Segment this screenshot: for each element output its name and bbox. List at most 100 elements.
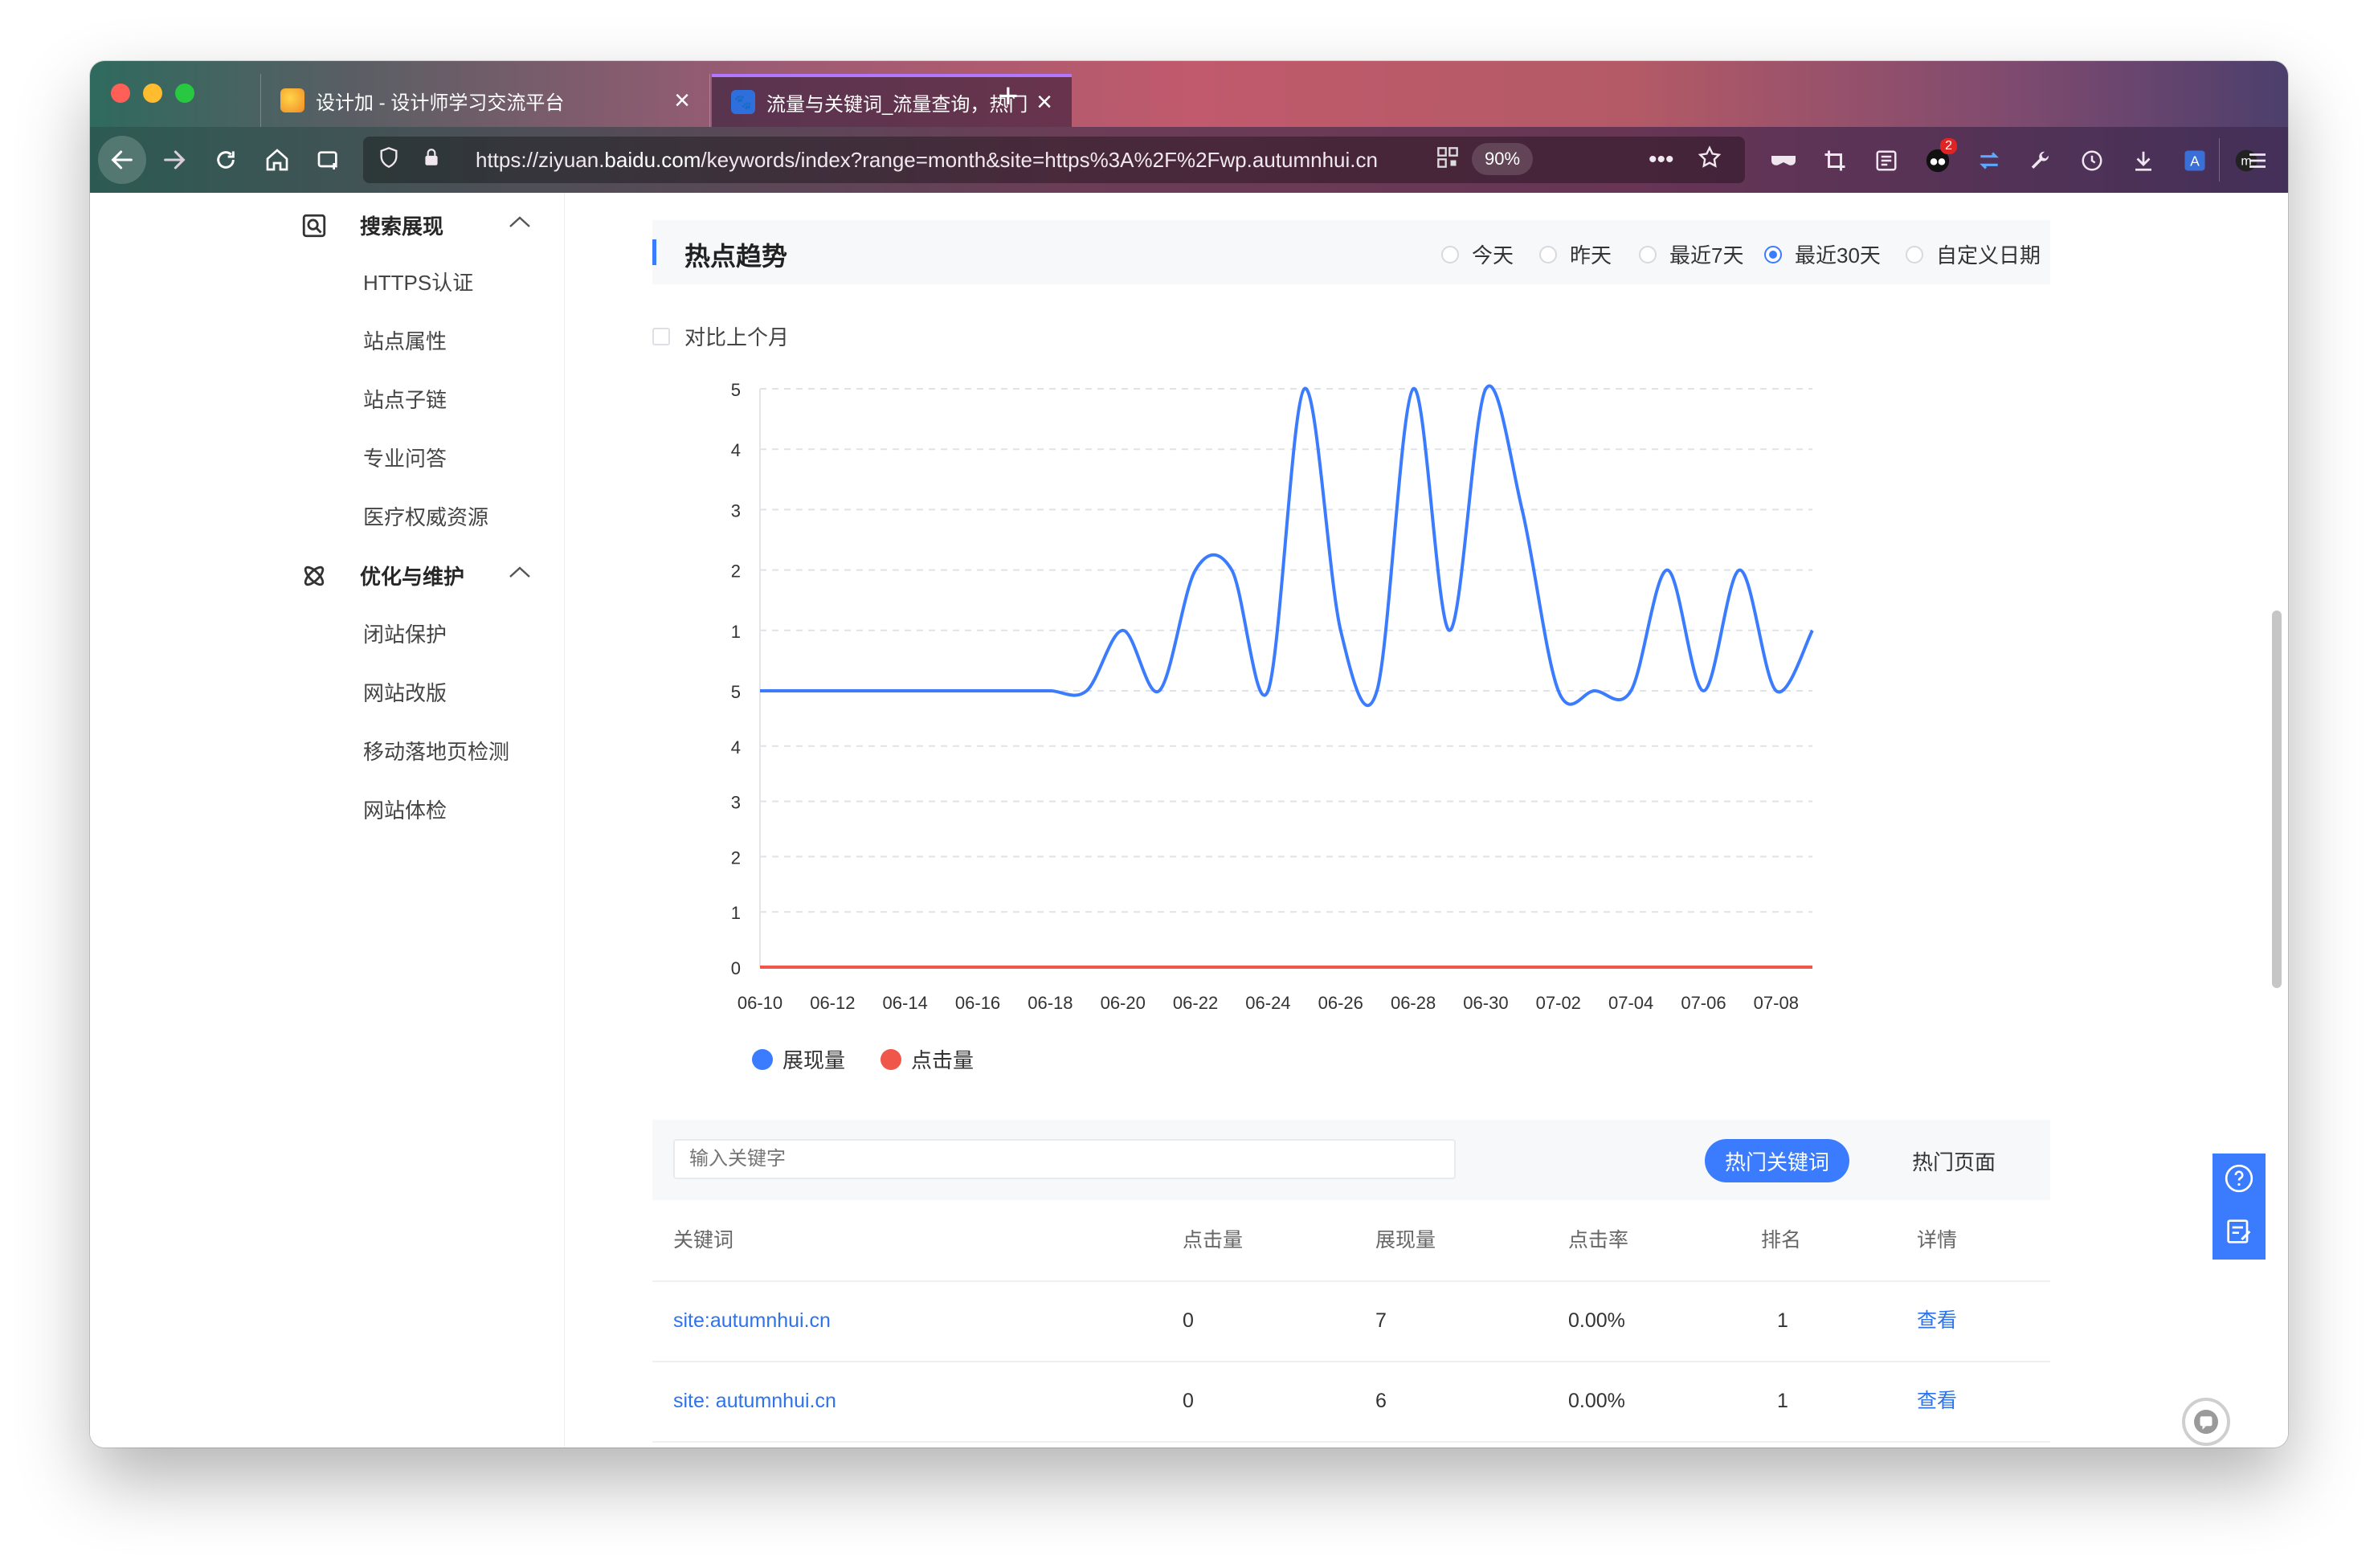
menu-icon[interactable] <box>2240 143 2275 178</box>
close-tab-icon[interactable]: × <box>1036 88 1052 116</box>
table-header: 关键词 点击量 展现量 点击率 排名 详情 <box>652 1200 2050 1282</box>
sidebar-item-https[interactable]: HTTPS认证 <box>363 267 473 296</box>
minimize-window-button[interactable] <box>143 84 162 103</box>
y-tick-label: 1 <box>731 903 741 923</box>
range-custom-radio[interactable]: 自定义日期 <box>1906 239 2041 269</box>
radio-label: 最近30天 <box>1795 243 1881 267</box>
sidebar-item-site-checkup[interactable]: 网站体检 <box>363 794 447 824</box>
x-tick-label: 07-04 <box>1608 993 1653 1013</box>
range-30days-radio[interactable]: 最近30天 <box>1764 239 1881 269</box>
mask-icon[interactable] <box>1766 143 1801 178</box>
range-7days-radio[interactable]: 最近7天 <box>1639 239 1743 269</box>
range-today-radio[interactable]: 今天 <box>1441 239 1514 269</box>
sync-icon[interactable] <box>1971 143 2007 178</box>
x-tick-label: 06-30 <box>1463 993 1508 1013</box>
close-window-button[interactable] <box>111 84 130 103</box>
help-icon[interactable] <box>2223 1162 2255 1198</box>
radio-dot <box>1539 245 1557 263</box>
extension-icon[interactable]: 2 <box>1920 138 1957 178</box>
series-line-impressions <box>760 384 1814 707</box>
reload-button[interactable] <box>206 140 246 180</box>
close-tab-icon[interactable]: × <box>674 87 690 114</box>
url-bar[interactable]: https://ziyuan.baidu.com/keywords/index?… <box>363 137 1745 183</box>
more-icon[interactable]: ••• <box>1649 146 1674 174</box>
home-button[interactable] <box>257 140 297 180</box>
x-tick-label: 06-22 <box>1173 993 1218 1013</box>
x-tick-label: 06-14 <box>883 993 928 1013</box>
shield-icon[interactable] <box>378 146 400 174</box>
sidebar-item-qa[interactable]: 专业问答 <box>363 443 447 472</box>
keyword-link[interactable]: site: autumnhui.cn <box>673 1361 836 1441</box>
home-icon <box>266 149 288 171</box>
legend-label-clicks: 点击量 <box>911 1048 974 1072</box>
clicks-cell: 0 <box>1183 1390 1194 1412</box>
sidebar-item-mobile-landing[interactable]: 移动落地页检测 <box>363 736 509 766</box>
y-tick-label: 1 <box>731 622 741 642</box>
x-tick-label: 07-08 <box>1754 993 1799 1013</box>
x-tick-label: 07-06 <box>1681 993 1726 1013</box>
rank-cell: 1 <box>1777 1309 1788 1332</box>
tab-hot-pages[interactable]: 热门页面 <box>1882 1139 2026 1182</box>
svg-text:A: A <box>2190 153 2200 169</box>
view-detail-link[interactable]: 查看 <box>1917 1280 1957 1361</box>
radio-dot-selected <box>1764 245 1782 263</box>
history-icon[interactable] <box>2074 143 2110 178</box>
back-icon <box>111 150 133 169</box>
nav-toolbar: https://ziyuan.baidu.com/keywords/index?… <box>90 127 2288 193</box>
checkbox-label: 对比上个月 <box>684 325 790 349</box>
x-tick-label: 06-20 <box>1101 993 1146 1013</box>
chevron-up-icon[interactable] <box>508 561 532 586</box>
y-tick-label: 4 <box>731 737 741 757</box>
browser-window: 设计加 - 设计师学习交流平台 × 🐾 流量与关键词_流量查询，热门关键词 × … <box>90 61 2288 1448</box>
qr-icon[interactable] <box>1436 146 1459 174</box>
new-tab-button[interactable]: + <box>998 79 1019 114</box>
crop-icon[interactable] <box>1817 143 1853 178</box>
x-tick-label: 06-26 <box>1318 993 1363 1013</box>
page-content: 搜索展现 HTTPS认证 站点属性 站点子链 专业问答 医疗权威资源 优化与维护… <box>90 193 2288 1448</box>
sidebar-item-site-attributes[interactable]: 站点属性 <box>363 325 447 355</box>
range-yesterday-radio[interactable]: 昨天 <box>1539 239 1612 269</box>
tab-hot-keywords[interactable]: 热门关键词 <box>1705 1139 1849 1182</box>
trend-chart: 5 4 3 2 1 5 4 3 2 1 0 06-10 06-12 06-14 06-16 06-18 06-2… <box>731 380 1814 1013</box>
page-scrollbar[interactable] <box>2272 610 2282 988</box>
sidebar-section-label: 搜索展现 <box>360 214 444 239</box>
star-icon[interactable] <box>1697 145 1722 176</box>
sidebar-section-optimize[interactable]: 优化与维护 <box>300 561 464 590</box>
keyword-link[interactable]: site:autumnhui.cn <box>673 1280 831 1361</box>
x-tick-label: 06-12 <box>810 993 855 1013</box>
sidebar-item-site-revision[interactable]: 网站改版 <box>363 677 447 707</box>
zoom-level[interactable]: 90% <box>1472 143 1534 175</box>
new-container-tab-button[interactable] <box>308 140 349 180</box>
forward-button[interactable] <box>154 140 194 180</box>
sidebar-item-sitelinks[interactable]: 站点子链 <box>363 384 447 414</box>
lock-icon[interactable] <box>421 147 442 174</box>
translate-icon[interactable]: A <box>2177 143 2213 178</box>
chevron-up-icon[interactable] <box>508 210 532 235</box>
back-button[interactable] <box>98 136 146 184</box>
title-accent <box>652 239 656 265</box>
wrench-icon[interactable] <box>2023 143 2058 178</box>
url-path: /keywords/index?range=month&site=https%3… <box>701 147 1378 172</box>
x-tick-label: 06-18 <box>1028 993 1073 1013</box>
y-tick-label: 2 <box>731 561 741 582</box>
tab-title: 设计加 - 设计师学习交流平台 <box>316 92 565 114</box>
sidebar-item-close-protection[interactable]: 闭站保护 <box>363 619 447 648</box>
url-text[interactable]: https://ziyuan.baidu.com/keywords/index?… <box>476 148 1424 173</box>
x-tick-label: 06-24 <box>1245 993 1290 1013</box>
reader-icon[interactable] <box>1869 143 1904 178</box>
feedback-edit-icon[interactable] <box>2223 1215 2255 1252</box>
view-detail-link[interactable]: 查看 <box>1917 1361 1957 1441</box>
download-icon[interactable] <box>2126 143 2161 178</box>
ctr-cell: 0.00% <box>1568 1309 1625 1332</box>
tab-strip: 设计加 - 设计师学习交流平台 × 🐾 流量与关键词_流量查询，热门关键词 × … <box>90 61 2288 127</box>
y-tick-label: 0 <box>731 958 741 978</box>
zoom-window-button[interactable] <box>175 84 194 103</box>
tab-title: 流量与关键词_流量查询，热门关键词 <box>766 93 1028 116</box>
compare-last-month-checkbox[interactable]: 对比上个月 <box>652 321 789 351</box>
sidebar-section-search-display[interactable]: 搜索展现 <box>300 210 443 240</box>
keyword-search-input[interactable] <box>673 1139 1456 1179</box>
chat-bubble-button[interactable] <box>2182 1398 2230 1446</box>
baidu-paw-icon: 🐾 <box>731 90 755 114</box>
sidebar-item-medical[interactable]: 医疗权威资源 <box>363 501 488 531</box>
tab-sheji[interactable]: 设计加 - 设计师学习交流平台 × <box>260 74 710 127</box>
